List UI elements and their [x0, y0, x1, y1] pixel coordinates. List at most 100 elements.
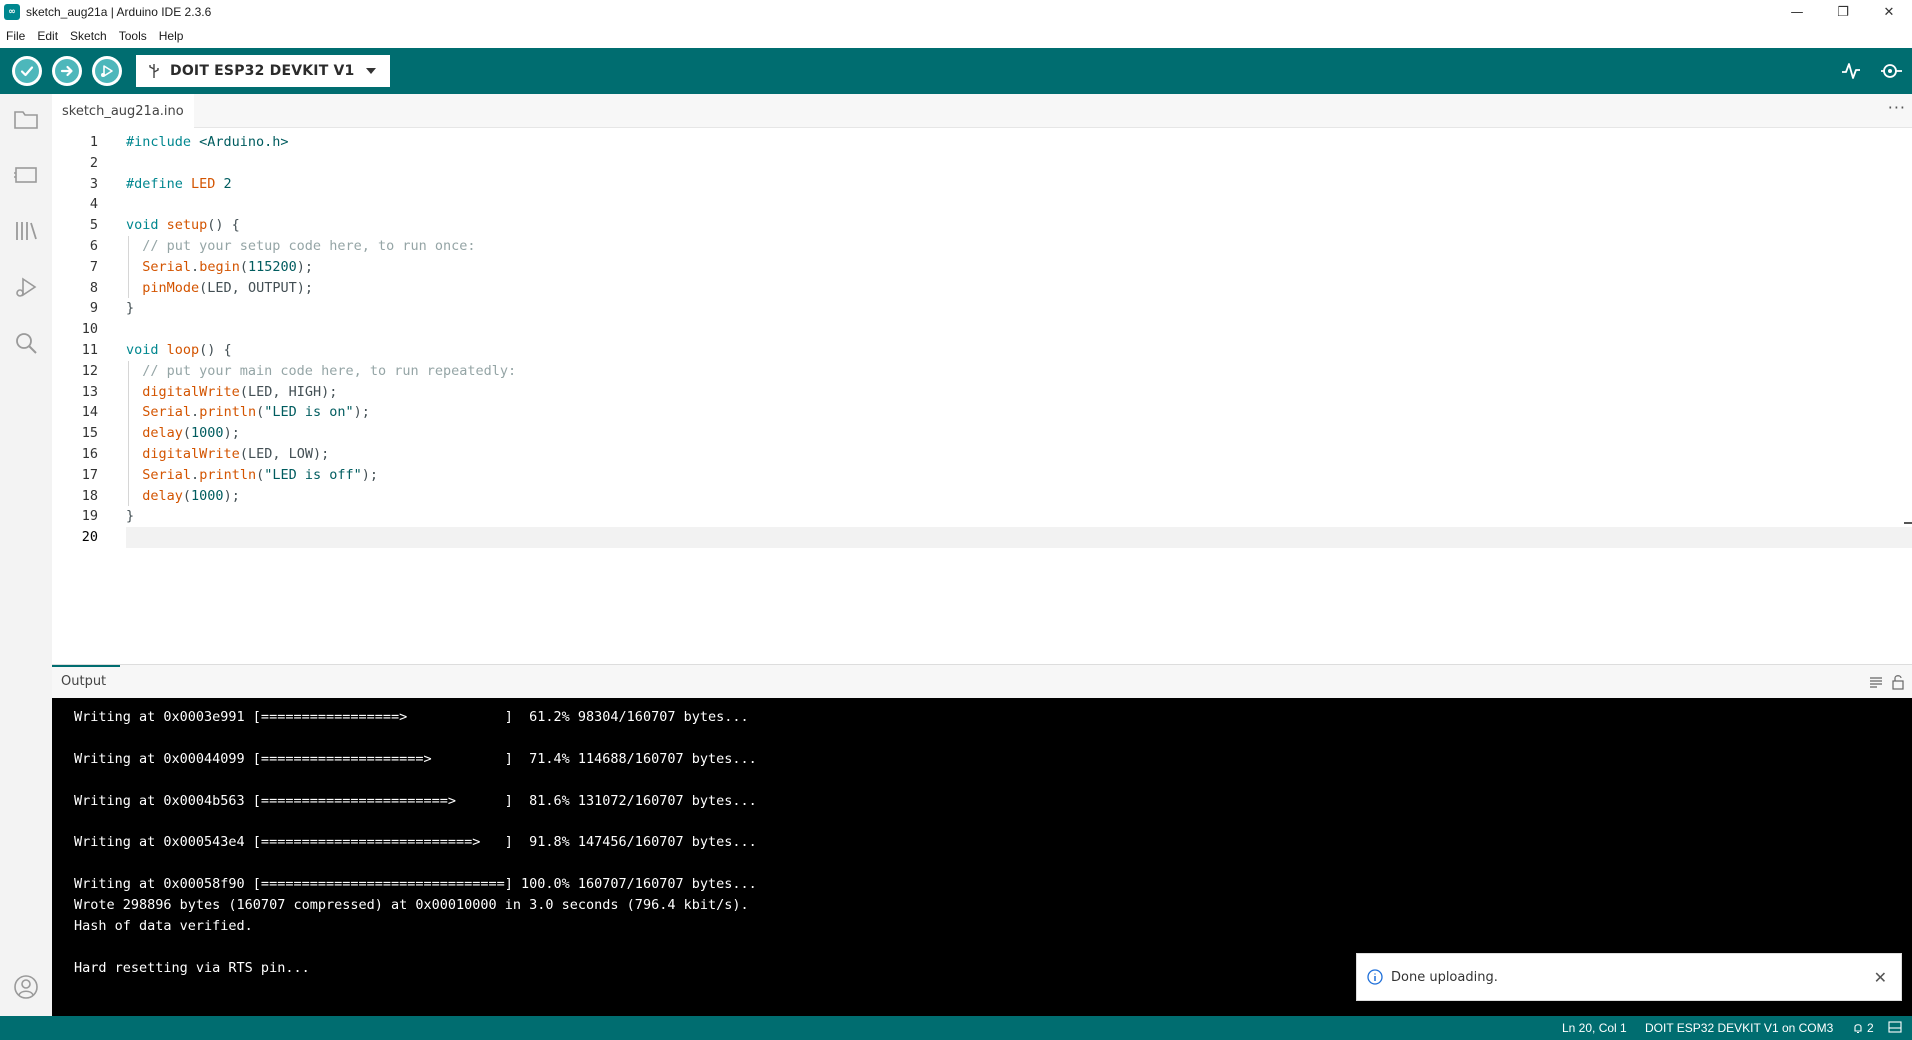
code-token: Serial	[142, 404, 192, 421]
code-token: pinMode	[142, 279, 200, 296]
code-token: "LED is on"	[264, 404, 354, 421]
output-panel-header: Output	[52, 664, 1912, 698]
library-manager-icon[interactable]	[13, 218, 39, 244]
code-line: pinMode(LED, OUTPUT);	[126, 278, 313, 299]
menu-help[interactable]: Help	[159, 29, 184, 43]
code-line: void loop() {	[126, 340, 232, 361]
code-line: Serial.println("LED is off");	[126, 465, 378, 486]
line-number: 14	[81, 404, 98, 421]
debug-sidebar-icon[interactable]	[13, 274, 39, 300]
code-token: Serial	[142, 466, 192, 483]
boards-manager-icon[interactable]	[13, 162, 39, 188]
account-icon[interactable]	[13, 974, 39, 1000]
menu-sketch[interactable]: Sketch	[70, 29, 107, 43]
close-notification-button[interactable]: ✕	[1874, 968, 1887, 987]
minimize-button[interactable]: —	[1774, 0, 1820, 24]
more-actions-icon[interactable]: ···	[1888, 98, 1906, 117]
indent-guide	[128, 360, 129, 507]
check-icon	[15, 59, 39, 83]
restore-button[interactable]: ❐	[1820, 0, 1866, 24]
serial-plotter-button[interactable]	[1838, 58, 1864, 84]
line-number-gutter: 1 2 3 4 5 6 7 8 9 10 11 12 13 14 15 16 17 18 19 20	[52, 128, 126, 663]
code-token: (	[256, 404, 265, 421]
close-window-button[interactable]: ✕	[1866, 0, 1912, 24]
clear-output-icon[interactable]	[1868, 674, 1884, 690]
console-line: Writing at 0x000543e4 [=================…	[74, 834, 757, 851]
code-token: 2	[223, 175, 232, 192]
line-number: 3	[89, 175, 98, 192]
console-line: Wrote 298896 bytes (160707 compressed) a…	[74, 897, 749, 913]
menu-edit[interactable]: Edit	[37, 29, 58, 43]
line-number: 13	[81, 383, 98, 400]
toggle-panel-icon[interactable]	[1888, 1021, 1902, 1036]
code-token: );	[296, 258, 314, 275]
serial-monitor-button[interactable]	[1878, 58, 1904, 84]
code-token: digitalWrite	[142, 446, 240, 462]
menu-file[interactable]: File	[6, 29, 25, 43]
arrow-right-icon	[55, 59, 79, 83]
code-token: );	[361, 466, 379, 483]
line-number: 20	[81, 529, 98, 546]
info-icon	[1367, 969, 1383, 985]
toolbar: DOIT ESP32 DEVKIT V1	[0, 48, 1912, 94]
code-line: delay(1000);	[126, 486, 240, 507]
code-token: );	[223, 487, 240, 504]
activity-bar	[0, 94, 52, 1016]
search-icon[interactable]	[13, 330, 39, 356]
menu-tools[interactable]: Tools	[119, 29, 147, 43]
line-number: 16	[81, 446, 98, 462]
code-token: );	[223, 425, 240, 442]
upload-button[interactable]	[52, 56, 82, 86]
console-line: Writing at 0x0004b563 [=================…	[74, 792, 757, 809]
lock-scroll-icon[interactable]	[1890, 674, 1906, 690]
code-line: }	[126, 506, 134, 527]
code-token: }	[126, 508, 135, 525]
board-selector[interactable]: DOIT ESP32 DEVKIT V1	[136, 55, 390, 87]
code-token: (	[256, 466, 265, 483]
code-token: () {	[207, 217, 240, 234]
line-number: 4	[89, 196, 98, 213]
code-token: .	[191, 466, 200, 483]
code-token: LED	[191, 175, 224, 192]
indent-guide	[128, 236, 129, 299]
line-number: 6	[89, 238, 98, 254]
code-token: // put your main code here, to run repea…	[126, 362, 517, 379]
notification-toast: Done uploading. ✕	[1356, 953, 1902, 1001]
notifications-count: 2	[1867, 1021, 1874, 1035]
code-token: void	[126, 342, 167, 358]
code-token: }	[126, 300, 135, 317]
code-token: setup	[166, 217, 208, 234]
sketchbook-folder-icon[interactable]	[13, 106, 39, 132]
code-token: loop	[166, 342, 200, 358]
code-line: Serial.println("LED is on");	[126, 402, 370, 423]
monitor-icon	[1881, 64, 1902, 78]
code-line: // put your main code here, to run repea…	[126, 361, 516, 382]
tab-sketch[interactable]: sketch_aug21a.ino	[52, 94, 194, 128]
debug-button[interactable]	[92, 56, 122, 86]
code-area[interactable]: #include <Arduino.h> #define LED 2 void se…	[126, 128, 1912, 663]
board-port-status[interactable]: DOIT ESP32 DEVKIT V1 on COM3	[1645, 1021, 1833, 1035]
arduino-logo-icon: ∞	[4, 4, 20, 20]
code-token: // put your setup code here, to run once…	[126, 238, 476, 254]
usb-icon	[149, 64, 159, 78]
code-token: .	[191, 404, 200, 421]
code-line: #define LED 2	[126, 174, 232, 195]
code-line: #include <Arduino.h>	[126, 132, 289, 153]
code-editor[interactable]: 1 2 3 4 5 6 7 8 9 10 11 12 13 14 15 16 17 18 19 20 #include…	[52, 128, 1912, 663]
line-number: 15	[81, 425, 98, 442]
code-token: #define	[126, 175, 192, 192]
code-token: (	[182, 425, 192, 442]
board-label: DOIT ESP32 DEVKIT V1	[170, 63, 355, 79]
code-token: (LED, OUTPUT);	[199, 279, 313, 296]
cursor-position[interactable]: Ln 20, Col 1	[1562, 1021, 1627, 1035]
code-line: delay(1000);	[126, 423, 240, 444]
line-number: 1	[89, 134, 98, 150]
status-bar: Ln 20, Col 1 DOIT ESP32 DEVKIT V1 on COM…	[0, 1016, 1912, 1040]
code-token: );	[353, 404, 370, 421]
notifications-indicator[interactable]: 2	[1852, 1021, 1874, 1035]
code-line: void setup() {	[126, 215, 240, 236]
code-line: digitalWrite(LED, LOW);	[126, 444, 329, 465]
verify-button[interactable]	[12, 56, 42, 86]
output-label[interactable]: Output	[61, 674, 106, 689]
line-number: 10	[81, 321, 98, 338]
